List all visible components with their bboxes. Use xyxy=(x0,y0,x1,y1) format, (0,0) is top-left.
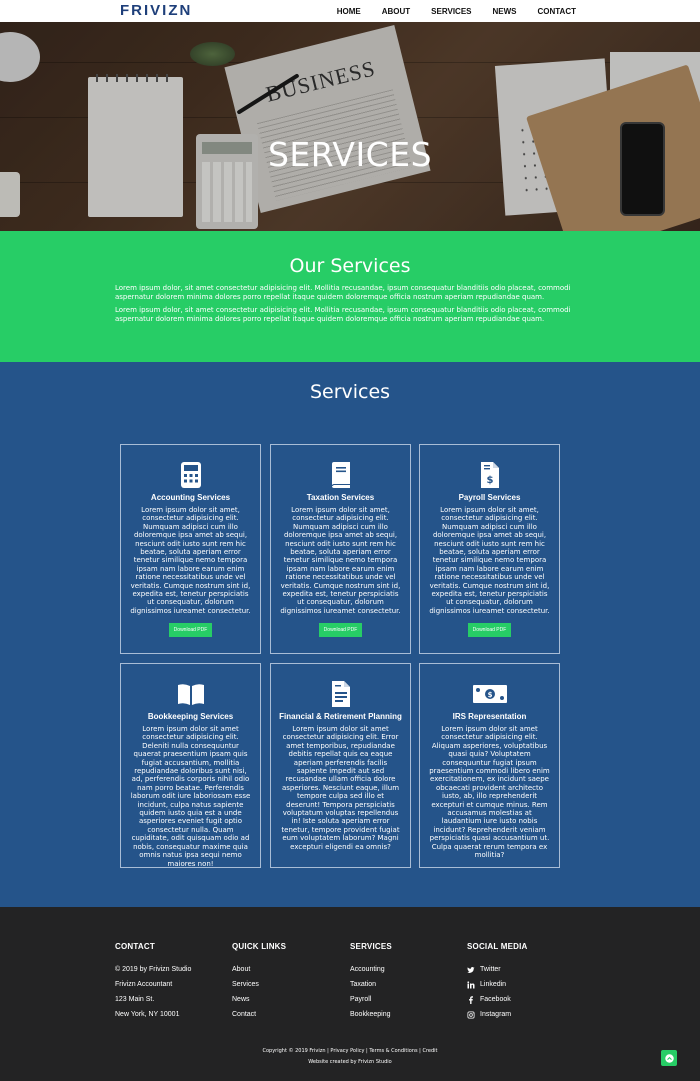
card-title: IRS Representation xyxy=(452,712,527,721)
service-card-taxation: Taxation Services Lorem ipsum dolor sit … xyxy=(270,444,411,654)
social-link-facebook[interactable]: Facebook xyxy=(467,996,577,1011)
social-link-linkedin[interactable]: Linkedin xyxy=(467,981,577,996)
nav-link-about[interactable]: ABOUT xyxy=(382,7,410,16)
social-label: Facebook xyxy=(480,996,511,1003)
card-text: Lorem ipsum dolor sit amet, consectetur … xyxy=(429,506,550,615)
nav-link-news[interactable]: NEWS xyxy=(492,7,516,16)
service-card-accounting: Accounting Services Lorem ipsum dolor si… xyxy=(120,444,261,654)
footer-quick-links: QUICK LINKS About Services News Contact xyxy=(232,942,342,1026)
social-label: Linkedin xyxy=(480,981,507,988)
services-section: Services Accounting Services Lorem ipsum… xyxy=(0,362,700,907)
service-card-financial-planning: Financial & Retirement Planning Lorem ip… xyxy=(270,663,411,868)
footer-heading: SERVICES xyxy=(350,942,392,951)
footer-link-services[interactable]: Services xyxy=(232,981,342,996)
svg-text:$: $ xyxy=(487,691,492,699)
footer-link-taxation[interactable]: Taxation xyxy=(350,981,460,996)
card-title: Accounting Services xyxy=(150,493,231,502)
our-services-section: Our Services Lorem ipsum dolor, sit amet… xyxy=(0,231,700,362)
contact-line: Frivizn Accountant xyxy=(115,981,173,988)
footer-link-contact[interactable]: Contact xyxy=(232,1011,342,1026)
footer-link-news[interactable]: News xyxy=(232,996,342,1011)
card-title: Financial & Retirement Planning xyxy=(279,712,402,721)
footer-heading: QUICK LINKS xyxy=(232,942,287,951)
nav-link-contact[interactable]: CONTACT xyxy=(537,7,576,16)
intro-paragraph: Lorem ipsum dolor, sit amet consectetur … xyxy=(115,306,571,323)
footer-heading: SOCIAL MEDIA xyxy=(467,942,528,951)
brand-logo[interactable]: FRIVIZN xyxy=(120,2,192,19)
card-text: Lorem ipsum dolor sit amet consectetur a… xyxy=(429,725,550,860)
section-heading: Services xyxy=(309,381,391,403)
book-icon xyxy=(331,462,350,488)
social-label: Twitter xyxy=(480,966,501,973)
hero-banner: BUSINESS SERVICES xyxy=(0,22,700,231)
contact-line: © 2019 by Frivizn Studio xyxy=(115,966,192,973)
footer-link-about[interactable]: About xyxy=(232,966,342,981)
card-title: Bookkeeping Services xyxy=(147,712,234,721)
nav-link-services[interactable]: SERVICES xyxy=(431,7,471,16)
social-link-twitter[interactable]: Twitter xyxy=(467,966,577,981)
footer-link-payroll[interactable]: Payroll xyxy=(350,996,460,1011)
card-text: Lorem ipsum dolor sit amet, consectetur … xyxy=(280,506,401,615)
main-menu: HOME ABOUT SERVICES NEWS CONTACT xyxy=(337,0,576,22)
footer-services: SERVICES Accounting Taxation Payroll Boo… xyxy=(350,942,460,1026)
card-title: Payroll Services xyxy=(458,493,521,502)
service-card-irs: $ IRS Representation Lorem ipsum dolor s… xyxy=(419,663,560,868)
contact-line: New York, NY 10001 xyxy=(115,1011,180,1018)
social-label: Instagram xyxy=(480,1011,512,1018)
site-credit: Website created by Frivizn Studio xyxy=(308,1059,392,1065)
site-footer: CONTACT © 2019 by Frivizn Studio Frivizn… xyxy=(0,907,700,1081)
section-heading: Our Services xyxy=(289,255,411,277)
document-icon xyxy=(331,681,350,707)
money-bill-icon: $ xyxy=(472,685,507,703)
linkedin-icon xyxy=(467,981,475,989)
facebook-icon xyxy=(469,996,473,1004)
service-card-bookkeeping: Bookkeeping Services Lorem ipsum dolor s… xyxy=(120,663,261,868)
card-text: Lorem ipsum dolor sit amet, consectetur … xyxy=(130,506,251,615)
service-card-payroll: $ Payroll Services Lorem ipsum dolor sit… xyxy=(419,444,560,654)
download-pdf-button[interactable]: Download PDF xyxy=(467,623,512,638)
footer-contact: CONTACT © 2019 by Frivizn Studio Frivizn… xyxy=(115,942,225,1026)
footer-link-bookkeeping[interactable]: Bookkeeping xyxy=(350,1011,460,1026)
card-text: Lorem ipsum dolor sit amet consectetur a… xyxy=(130,725,251,868)
svg-text:$: $ xyxy=(486,475,493,486)
instagram-icon xyxy=(467,1011,475,1019)
invoice-dollar-icon: $ xyxy=(480,462,499,488)
nav-link-home[interactable]: HOME xyxy=(337,7,361,16)
social-link-instagram[interactable]: Instagram xyxy=(467,1011,577,1026)
download-pdf-button[interactable]: Download PDF xyxy=(318,623,363,638)
back-to-top-button[interactable] xyxy=(661,1050,677,1066)
card-title: Taxation Services xyxy=(306,493,375,502)
download-pdf-button[interactable]: Download PDF xyxy=(168,623,213,638)
contact-line: 123 Main St. xyxy=(115,996,155,1003)
top-navbar: FRIVIZN HOME ABOUT SERVICES NEWS CONTACT xyxy=(0,0,700,22)
hero-overlay xyxy=(0,22,700,231)
open-book-icon xyxy=(177,684,204,705)
hero-title: SERVICES xyxy=(267,135,433,174)
twitter-icon xyxy=(467,967,475,973)
footer-heading: CONTACT xyxy=(115,942,155,951)
footer-link-accounting[interactable]: Accounting xyxy=(350,966,460,981)
intro-paragraph: Lorem ipsum dolor, sit amet consectetur … xyxy=(115,284,571,301)
copyright-line: Copyright © 2019 Frivizn | Privacy Polic… xyxy=(262,1048,438,1054)
card-text: Lorem ipsum dolor sit amet consectetur a… xyxy=(281,725,400,851)
chevron-up-icon xyxy=(664,1053,674,1063)
footer-social: SOCIAL MEDIA Twitter Linkedin Facebook I… xyxy=(467,942,577,1026)
calculator-icon xyxy=(180,462,201,488)
